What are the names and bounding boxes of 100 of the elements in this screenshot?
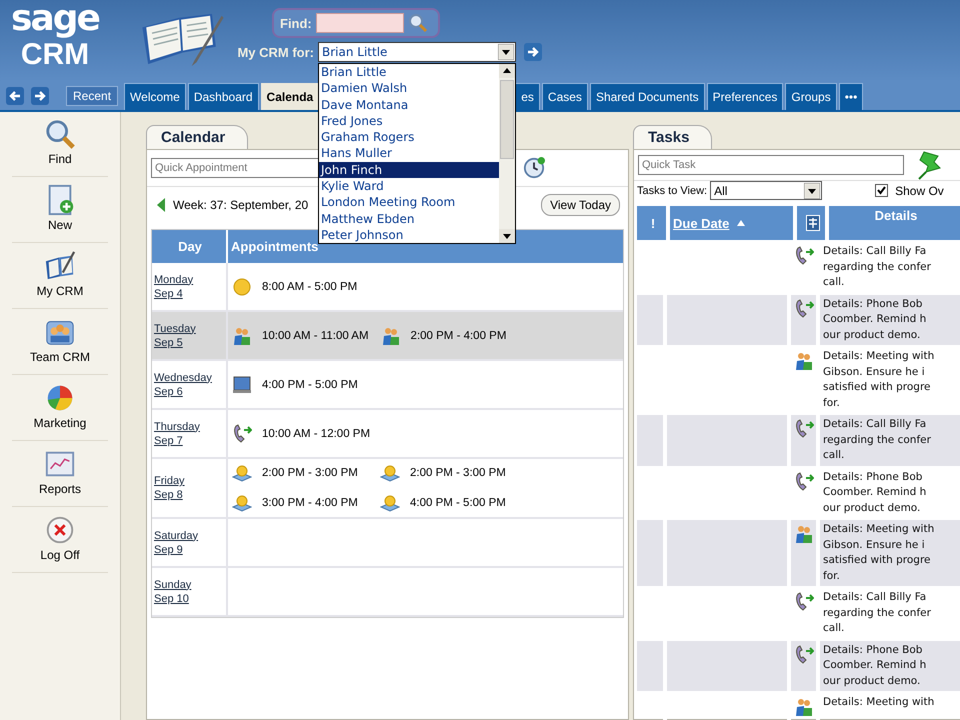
appointment-time[interactable]: 4:00 PM - 5:00 PM (410, 497, 506, 509)
appointment-time[interactable]: 2:00 PM - 3:00 PM (262, 467, 358, 479)
date-link[interactable]: Sep 5 (154, 336, 226, 350)
dropdown-option[interactable]: Fred Jones (319, 112, 499, 130)
task-detail-line[interactable]: Details: Phone Bob (823, 642, 960, 658)
appointment-time[interactable]: 2:00 PM - 4:00 PM (410, 330, 506, 342)
task-detail-line[interactable]: satisfied with progre (823, 553, 960, 568)
task-detail-line[interactable]: Details: Call Billy Fa (823, 244, 960, 260)
dropdown-option[interactable]: Dave Montana (319, 96, 499, 113)
task-detail-line[interactable]: call. (823, 448, 960, 464)
scroll-up-icon[interactable] (499, 64, 515, 78)
nav-tab[interactable]: Groups (785, 83, 837, 110)
sidebar-item[interactable]: Team CRM (12, 316, 108, 375)
dropdown-option[interactable]: Hans Muller (319, 145, 499, 162)
task-detail-line[interactable]: Details: Phone Bob (823, 470, 960, 485)
date-link[interactable]: Sep 7 (154, 434, 226, 448)
scroll-down-icon[interactable] (499, 229, 515, 243)
task-detail-line[interactable]: Details: Call Billy Fa (823, 590, 960, 606)
appointment-time[interactable]: 8:00 AM - 5:00 PM (262, 280, 358, 292)
dropdown-option[interactable]: John Finch (319, 162, 499, 178)
sidebar-item[interactable]: Log Off (12, 514, 108, 573)
task-detail-line[interactable]: our product demo. (823, 674, 960, 689)
day-link[interactable]: Friday (154, 474, 226, 488)
task-detail-line[interactable]: Coomber. Remind h (823, 658, 960, 674)
scrollbar[interactable] (499, 64, 515, 243)
panel-tab[interactable]: Calendar (146, 125, 248, 149)
user-select[interactable]: Brian Little (318, 42, 516, 62)
appointment-time[interactable]: 10:00 AM - 12:00 PM (262, 428, 370, 440)
appointment-time[interactable]: 3:00 PM - 4:00 PM (262, 497, 358, 509)
nav-tab[interactable]: Calenda (260, 83, 320, 110)
day-link[interactable]: Sunday (154, 578, 226, 592)
dropdown-option[interactable]: Graham Rogers (319, 129, 499, 146)
task-detail-line[interactable]: for. (823, 396, 960, 411)
task-detail-line[interactable]: Details: Call Billy Fa (823, 417, 960, 432)
task-detail-line[interactable]: regarding the confer (823, 432, 960, 448)
appointment-time[interactable]: 4:00 PM - 5:00 PM (262, 378, 358, 390)
task-detail-line[interactable]: call. (823, 275, 960, 290)
quick-appointment-field[interactable]: Quick Appointment (151, 158, 319, 178)
calendar-row[interactable]: Sunday Sep 10 (152, 568, 623, 617)
calendar-row[interactable]: Friday Sep 8 2:00 PM - 3:00 PM 2:00 PM - 3:00 PM 3:00 PM - 4:00 PM 4:00 PM - 5:00 PM (152, 459, 623, 519)
task-detail-line[interactable]: our product demo. (823, 328, 960, 343)
task-detail-line[interactable]: Details: Meeting with (823, 695, 960, 710)
nav-tab[interactable]: Shared Documents (590, 83, 705, 110)
view-today-button[interactable]: View Today (541, 194, 620, 216)
checkbox[interactable] (875, 184, 888, 197)
task-detail-line[interactable]: Details: Phone Bob (823, 296, 960, 312)
dropdown-arrow-icon[interactable] (804, 182, 820, 198)
date-link[interactable]: Sep 9 (154, 542, 226, 556)
date-link[interactable]: Sep 10 (154, 592, 226, 606)
calendar-row[interactable]: Wednesday Sep 6 4:00 PM - 5:00 PM (152, 361, 623, 410)
task-detail-line[interactable]: Coomber. Remind h (823, 485, 960, 500)
task-detail-line[interactable]: regarding the confer (823, 606, 960, 621)
nav-tab[interactable]: es (515, 83, 540, 110)
dropdown-option[interactable]: London Meeting Room (319, 194, 499, 211)
nav-tab[interactable]: Cases (542, 83, 588, 110)
search-icon[interactable] (408, 13, 428, 33)
nav-tab[interactable]: Preferences (706, 83, 784, 110)
date-link[interactable]: Sep 8 (154, 488, 226, 502)
task-detail-line[interactable]: Coomber. Remind h (823, 312, 960, 328)
dropdown-option[interactable]: Matthew Ebden (319, 210, 499, 227)
task-detail-line[interactable]: our product demo. (823, 500, 960, 516)
find-field[interactable] (316, 13, 404, 33)
sidebar-item[interactable]: New (12, 184, 108, 243)
previous-week-icon[interactable] (155, 197, 167, 213)
tasks-filter-select[interactable]: All (710, 181, 822, 200)
day-link[interactable]: Monday (154, 272, 226, 286)
dropdown-arrow-icon[interactable] (498, 44, 514, 60)
day-link[interactable]: Wednesday (154, 370, 226, 384)
nav-tab[interactable]: Dashboard (188, 83, 259, 110)
sidebar-item[interactable]: Find (12, 118, 108, 177)
task-detail-line[interactable]: regarding the confer (823, 260, 960, 275)
sidebar-item[interactable]: Marketing (12, 382, 108, 441)
day-link[interactable]: Saturday (154, 528, 226, 542)
sidebar-item[interactable]: Reports (12, 448, 108, 507)
nav-tab[interactable]: ••• (838, 83, 864, 110)
dropdown-option[interactable]: Peter Johnson (319, 226, 499, 244)
quick-task-field[interactable]: Quick Task (638, 155, 904, 175)
task-detail-line[interactable]: Gibson. Ensure he i (823, 364, 960, 380)
recent-button[interactable]: Recent (66, 86, 118, 106)
date-link[interactable]: Sep 4 (154, 286, 226, 300)
task-type-icon[interactable] (806, 215, 820, 231)
task-detail-line[interactable]: Gibson. Ensure he i (823, 538, 960, 553)
task-detail-line[interactable]: for. (823, 568, 960, 584)
task-detail-line[interactable]: satisfied with progre (823, 380, 960, 396)
clock-icon[interactable] (523, 157, 545, 179)
panel-tab[interactable]: Tasks (633, 125, 712, 149)
sidebar-item[interactable]: My CRM (12, 250, 108, 309)
nav-tab[interactable]: Welcome (124, 83, 186, 110)
task-detail-line[interactable]: call. (823, 621, 960, 636)
dropdown-option[interactable]: Brian Little (319, 64, 499, 80)
day-link[interactable]: Tuesday (154, 322, 226, 336)
dropdown-option[interactable]: Damien Walsh (319, 80, 499, 97)
calendar-row[interactable]: Saturday Sep 9 (152, 519, 623, 568)
appointment-time[interactable]: 10:00 AM - 11:00 AM (262, 330, 369, 342)
task-detail-line[interactable]: Details: Meeting with (823, 522, 960, 538)
day-link[interactable]: Thursday (154, 420, 226, 434)
date-link[interactable]: Sep 6 (154, 384, 226, 398)
calendar-row[interactable]: Thursday Sep 7 10:00 AM - 12:00 PM (152, 410, 623, 459)
appointment-time[interactable]: 2:00 PM - 3:00 PM (410, 467, 506, 479)
calendar-row[interactable]: Tuesday Sep 5 10:00 AM - 11:00 AM 2:00 PM - 4:00 PM (152, 312, 623, 361)
